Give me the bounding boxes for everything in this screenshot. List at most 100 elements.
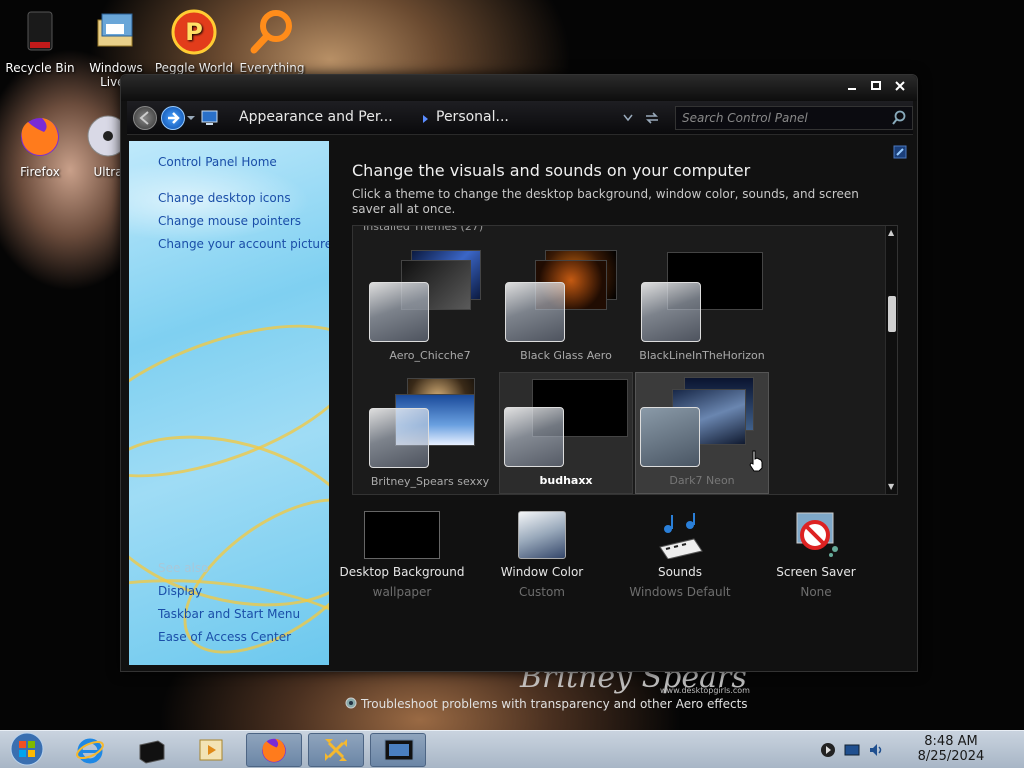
firefox-icon [21, 118, 59, 156]
screen-saver-icon [796, 512, 838, 557]
setting-label: Window Color [500, 565, 584, 579]
scroll-up-icon[interactable]: ▲ [888, 228, 894, 237]
forward-arrow-icon [168, 112, 180, 124]
theme-item-hovered[interactable]: Dark7 Neon [635, 372, 769, 494]
theme-name: Britney_Spears sexxy [370, 475, 490, 488]
minimize-button[interactable] [843, 81, 861, 95]
control-panel-home-link[interactable]: Control Panel Home [158, 155, 277, 169]
setting-value: wallpaper [372, 585, 432, 599]
page-title: Change the visuals and sounds on your co… [352, 161, 751, 180]
window-color-icon [518, 511, 566, 559]
themes-group-header: Installed Themes (27) [363, 225, 484, 233]
sounds-setting[interactable]: Sounds Windows Default [615, 511, 745, 599]
action-center-icon[interactable] [820, 742, 836, 758]
scroll-thumb[interactable] [888, 296, 896, 332]
theme-glass-swatch [640, 407, 700, 467]
volume-icon[interactable] [868, 742, 884, 758]
breadcrumb-appearance[interactable]: Appearance and Per... [239, 109, 393, 125]
forward-button[interactable] [161, 106, 185, 130]
search-input[interactable]: Search Control Panel [675, 106, 913, 130]
svg-text:P: P [185, 18, 203, 46]
theme-glass-swatch [369, 408, 429, 468]
magnifier-icon [250, 10, 292, 54]
change-mouse-pointers-link[interactable]: Change mouse pointers [158, 214, 301, 228]
troubleshoot-label: Troubleshoot problems with transparency … [361, 697, 748, 711]
back-arrow-icon [139, 111, 149, 125]
address-dropdown-icon[interactable] [623, 114, 633, 122]
taskbar-everything[interactable] [308, 733, 364, 767]
desktop-icon-label: Everything [239, 61, 305, 75]
desktop-background-setting[interactable]: Desktop Background wallpaper [337, 511, 467, 599]
theme-item[interactable]: Britney_Spears sexxy [363, 372, 497, 494]
theme-glass-swatch [504, 407, 564, 467]
peggle-icon: P [171, 9, 217, 55]
breadcrumb-personalization[interactable]: Personal... [436, 109, 509, 125]
monitor-icon [384, 739, 414, 761]
hand-cursor-icon [749, 450, 763, 472]
taskbar-file-explorer[interactable] [124, 733, 180, 767]
recycle-bin-icon [27, 11, 53, 51]
window-color-setting[interactable]: Window Color Custom [477, 511, 607, 599]
back-button[interactable] [133, 106, 157, 130]
troubleshoot-icon [345, 697, 357, 709]
wallpaper-url: www.desktopgirls.com [660, 686, 750, 695]
desktop-icon-firefox[interactable]: Firefox [0, 112, 80, 179]
setting-label: Sounds [657, 565, 703, 579]
main-content: Change the visuals and sounds on your co… [337, 141, 913, 711]
clock-time: 8:48 AM [924, 734, 978, 749]
windows-orb-icon [10, 732, 44, 766]
setting-value: None [800, 585, 832, 599]
windows-live-icon [97, 13, 133, 47]
themes-scrollbar[interactable]: ▲ ▼ [885, 226, 897, 494]
title-bar[interactable] [121, 75, 917, 101]
taskbar-media-player[interactable] [184, 733, 240, 767]
setting-value: Windows Default [629, 585, 731, 599]
change-account-picture-link[interactable]: Change your account picture [158, 237, 329, 251]
theme-name: Aero_Chicche7 [389, 349, 471, 362]
arrows-icon [325, 739, 347, 761]
ease-of-access-link[interactable]: Ease of Access Center [158, 630, 291, 644]
device-icon [139, 740, 165, 764]
control-panel-icon [201, 110, 218, 125]
page-description: Click a theme to change the desktop back… [352, 187, 859, 216]
desktop-icon-everything[interactable]: Everything [232, 8, 312, 75]
themes-list: Installed Themes (27) Aero_Chicche7 Blac… [352, 225, 898, 495]
address-bar: Appearance and Per... Personal... Search… [127, 101, 913, 135]
search-icon[interactable] [891, 110, 907, 126]
breadcrumb-separator-icon[interactable] [423, 115, 429, 123]
taskbar-start-menu-link[interactable]: Taskbar and Start Menu [158, 607, 300, 621]
troubleshoot-link[interactable]: Troubleshoot problems with transparency … [345, 697, 748, 711]
theme-item[interactable]: Black Glass Aero [499, 246, 633, 368]
desktop-icon-label: Peggle World [154, 61, 234, 75]
taskbar-control-panel[interactable] [370, 733, 426, 767]
setting-label: Screen Saver [776, 565, 856, 579]
help-icon[interactable] [893, 145, 907, 159]
display-link[interactable]: Display [158, 584, 202, 598]
desktop-icon-recycle-bin[interactable]: Recycle Bin [0, 8, 80, 75]
theme-name: Dark7 Neon [669, 474, 735, 487]
desktop-icon-peggle-world[interactable]: P Peggle World [154, 8, 234, 75]
screen-saver-setting[interactable]: Screen Saver None [751, 511, 881, 599]
close-button[interactable] [891, 81, 909, 95]
taskbar-internet-explorer[interactable] [62, 733, 118, 767]
setting-label: Desktop Background [339, 565, 465, 579]
setting-value: Custom [519, 585, 565, 599]
personalization-window: Appearance and Per... Personal... Search… [120, 74, 918, 711]
system-clock[interactable]: 8:48 AM 8/25/2024 [896, 734, 1006, 764]
recent-pages-dropdown-icon[interactable] [187, 114, 195, 122]
scroll-down-icon[interactable]: ▼ [888, 482, 894, 491]
network-icon[interactable] [844, 742, 860, 758]
refresh-icon[interactable] [643, 110, 661, 126]
sounds-icon [659, 513, 703, 559]
theme-item[interactable]: Aero_Chicche7 [363, 246, 497, 368]
theme-item-selected[interactable]: budhaxx [499, 372, 633, 494]
maximize-button[interactable] [867, 81, 885, 95]
taskbar-firefox[interactable] [246, 733, 302, 767]
theme-item[interactable]: BlackLineInTheHorizon [635, 246, 769, 368]
change-desktop-icons-link[interactable]: Change desktop icons [158, 191, 291, 205]
desktop-icon-label: Recycle Bin [5, 61, 75, 75]
taskbar: 8:48 AM 8/25/2024 [0, 730, 1024, 768]
start-button[interactable] [2, 732, 52, 767]
internet-explorer-icon [76, 738, 104, 764]
theme-name: budhaxx [539, 474, 593, 487]
